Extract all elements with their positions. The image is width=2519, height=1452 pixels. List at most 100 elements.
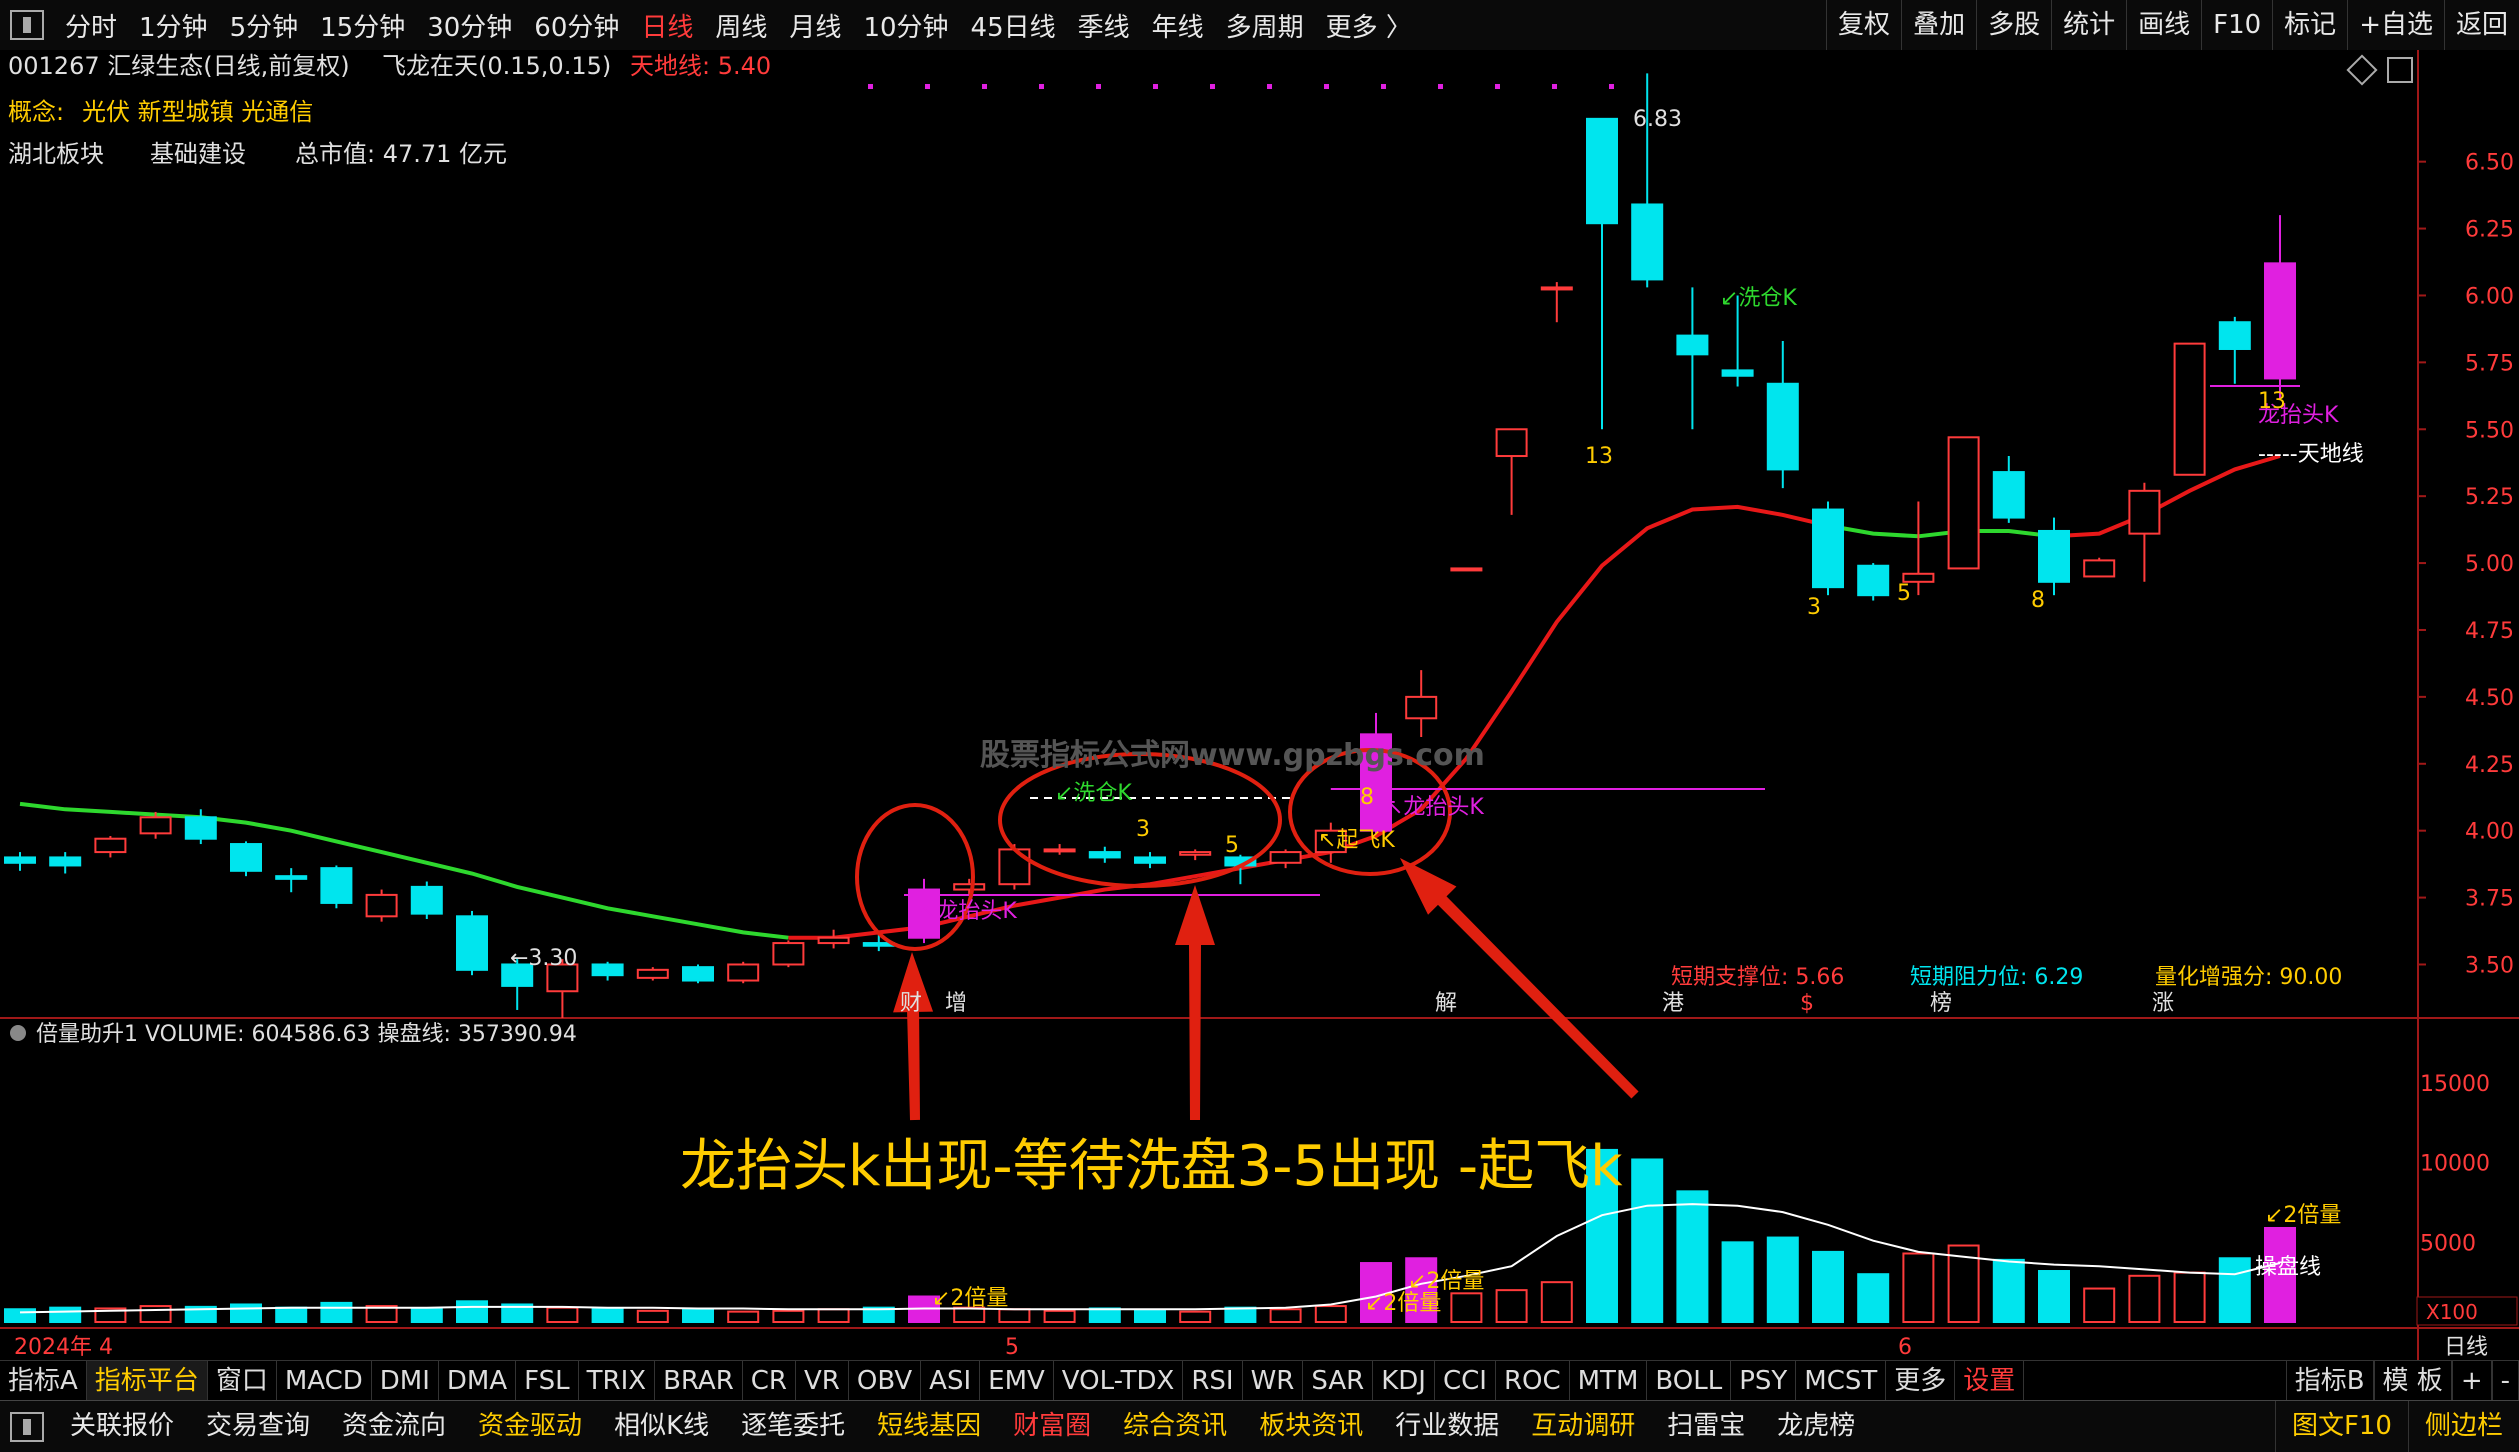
volume-bar	[1766, 1236, 1799, 1324]
period-tab-11[interactable]: 季线	[1067, 7, 1141, 44]
indicator-tab-17[interactable]: SAR	[1303, 1361, 1374, 1401]
bottom-tab-13[interactable]: 龙虎榜	[1761, 1401, 1871, 1452]
period-tab-9[interactable]: 10分钟	[852, 7, 959, 44]
indicator-tab-19[interactable]: CCI	[1435, 1361, 1496, 1401]
period-tab-7[interactable]: 周线	[704, 7, 778, 44]
sub-panel-icon[interactable]	[10, 1025, 26, 1041]
bottom-tab-12[interactable]: 扫雷宝	[1651, 1401, 1761, 1452]
candle-body	[184, 816, 217, 840]
short-support: 短期支撑位: 5.66	[1671, 965, 1844, 990]
indicator-tab-1[interactable]: 指标平台	[86, 1361, 208, 1401]
period-tab-13[interactable]: 多周期	[1215, 7, 1315, 44]
period-tab-10[interactable]: 45日线	[960, 7, 1067, 44]
period-tab-4[interactable]: 30分钟	[416, 7, 523, 44]
indicator-tab-14[interactable]: VOL-TDX	[1054, 1361, 1184, 1401]
bottom-right-1[interactable]: 侧边栏	[2407, 1401, 2519, 1452]
candle-body	[772, 942, 805, 966]
bottom-tab-3[interactable]: 资金驱动	[462, 1401, 598, 1452]
indicator-tab-18[interactable]: KDJ	[1373, 1361, 1435, 1401]
bottom-tab-5[interactable]: 逐笔委托	[725, 1401, 861, 1452]
signal-dot	[1267, 84, 1272, 89]
indicator-tab-16[interactable]: WR	[1243, 1361, 1304, 1401]
bottom-tab-2[interactable]: 资金流向	[326, 1401, 462, 1452]
period-tab-6[interactable]: 日线	[630, 7, 704, 44]
bottom-tab-7[interactable]: 财富圈	[997, 1401, 1107, 1452]
top-right-button-3[interactable]: 统计	[2051, 0, 2126, 50]
candle-body	[49, 856, 82, 867]
period-tab-2[interactable]: 5分钟	[219, 7, 310, 44]
bottom-tab-1[interactable]: 交易查询	[190, 1401, 326, 1452]
volume-bar	[1179, 1310, 1212, 1323]
price-tick-label: 5.75	[2465, 351, 2514, 376]
top-right-button-4[interactable]: 画线	[2126, 0, 2201, 50]
volume-bar	[2083, 1287, 2116, 1324]
indicator-tab-23[interactable]: PSY	[1731, 1361, 1797, 1401]
bottom-tab-9[interactable]: 板块资讯	[1243, 1401, 1379, 1452]
indicator-right-3[interactable]: -	[2491, 1361, 2519, 1401]
indicator-tab-11[interactable]: OBV	[849, 1361, 922, 1401]
volume-bar	[998, 1308, 1031, 1323]
period-tab-12[interactable]: 年线	[1141, 7, 1215, 44]
top-right-button-6[interactable]: 标记	[2272, 0, 2347, 50]
candle-body	[2173, 342, 2206, 476]
top-right-button-8[interactable]: 返回	[2443, 0, 2519, 50]
period-tab-3[interactable]: 15分钟	[309, 7, 416, 44]
indicator-tab-6[interactable]: FSL	[516, 1361, 579, 1401]
indicator-tab-5[interactable]: DMA	[439, 1361, 517, 1401]
price-tick-label: 4.50	[2465, 686, 2514, 711]
menu-icon[interactable]	[10, 10, 44, 40]
price-tick-label: 3.50	[2465, 953, 2514, 978]
bottom-tab-0[interactable]: 关联报价	[54, 1401, 190, 1452]
top-right-button-0[interactable]: 复权	[1826, 0, 1901, 50]
indicator-tab-3[interactable]: MACD	[277, 1361, 372, 1401]
period-tab-1[interactable]: 1分钟	[128, 7, 219, 44]
top-right-button-7[interactable]: +自选	[2347, 0, 2444, 50]
top-right-button-1[interactable]: 叠加	[1901, 0, 1976, 50]
price-tick-label: 6.00	[2465, 284, 2514, 309]
indicator-tab-13[interactable]: EMV	[980, 1361, 1054, 1401]
bottom-tab-4[interactable]: 相似K线	[598, 1401, 725, 1452]
signal-dot	[1609, 84, 1614, 89]
period-tab-8[interactable]: 月线	[778, 7, 852, 44]
indicator-tab-10[interactable]: VR	[796, 1361, 849, 1401]
top-right-buttons: 复权 叠加 多股 统计 画线 F10 标记 +自选 返回	[1826, 0, 2519, 50]
candle-body	[1992, 471, 2025, 519]
top-toolbar: 分时 1分钟 5分钟 15分钟 30分钟 60分钟 日线 周线 月线 10分钟 45日线 季线 年线 多周…	[0, 0, 2519, 51]
bottom-tab-10[interactable]: 行业数据	[1379, 1401, 1515, 1452]
volume-bar	[1992, 1258, 2025, 1323]
candle-body	[320, 867, 353, 904]
period-tab-0[interactable]: 分时	[54, 7, 128, 44]
indicator-tab-20[interactable]: ROC	[1496, 1361, 1570, 1401]
period-tab-14[interactable]: 更多 〉	[1315, 7, 1423, 44]
candle-body	[1450, 567, 1483, 572]
price-tick-label: 5.00	[2465, 552, 2514, 577]
indicator-tab-21[interactable]: MTM	[1570, 1361, 1648, 1401]
indicator-tab-12[interactable]: ASI	[921, 1361, 981, 1401]
indicator-right-1[interactable]: 模 板	[2373, 1361, 2452, 1401]
indicator-tab-2[interactable]: 窗口	[208, 1361, 277, 1401]
period-tab-5[interactable]: 60分钟	[523, 7, 630, 44]
bottom-right-0[interactable]: 图文F10	[2274, 1401, 2408, 1452]
top-right-button-5[interactable]: F10	[2201, 0, 2272, 50]
indicator-tab-4[interactable]: DMI	[372, 1361, 439, 1401]
indicator-tab-24[interactable]: MCST	[1796, 1361, 1887, 1401]
signal-dot	[982, 84, 987, 89]
indicator-right-0[interactable]: 指标B	[2285, 1361, 2374, 1401]
indicator-tab-22[interactable]: BOLL	[1647, 1361, 1732, 1401]
kline-chart[interactable]: 001267 汇绿生态(日线,前复权) 飞龙在天(0.15,0.15) 天地线: 5…	[0, 50, 2519, 1360]
indicator-tab-9[interactable]: CR	[743, 1361, 797, 1401]
candle-body	[94, 837, 127, 854]
indicator-tab-7[interactable]: TRIX	[579, 1361, 656, 1401]
indicator-tab-26[interactable]: 设置	[1955, 1361, 2025, 1401]
bottom-tab-6[interactable]: 短线基因	[861, 1401, 997, 1452]
bottom-menu-icon[interactable]	[10, 1411, 44, 1442]
top-right-button-2[interactable]: 多股	[1976, 0, 2051, 50]
indicator-tab-8[interactable]: BRAR	[655, 1361, 743, 1401]
indicator-tab-25[interactable]: 更多	[1886, 1361, 1956, 1401]
candle-body	[1405, 695, 1438, 720]
bottom-tab-8[interactable]: 综合资讯	[1107, 1401, 1243, 1452]
bottom-tab-11[interactable]: 互动调研	[1515, 1401, 1651, 1452]
indicator-right-2[interactable]: +	[2451, 1361, 2492, 1401]
indicator-tab-0[interactable]: 指标A	[0, 1361, 87, 1401]
indicator-tab-15[interactable]: RSI	[1183, 1361, 1243, 1401]
